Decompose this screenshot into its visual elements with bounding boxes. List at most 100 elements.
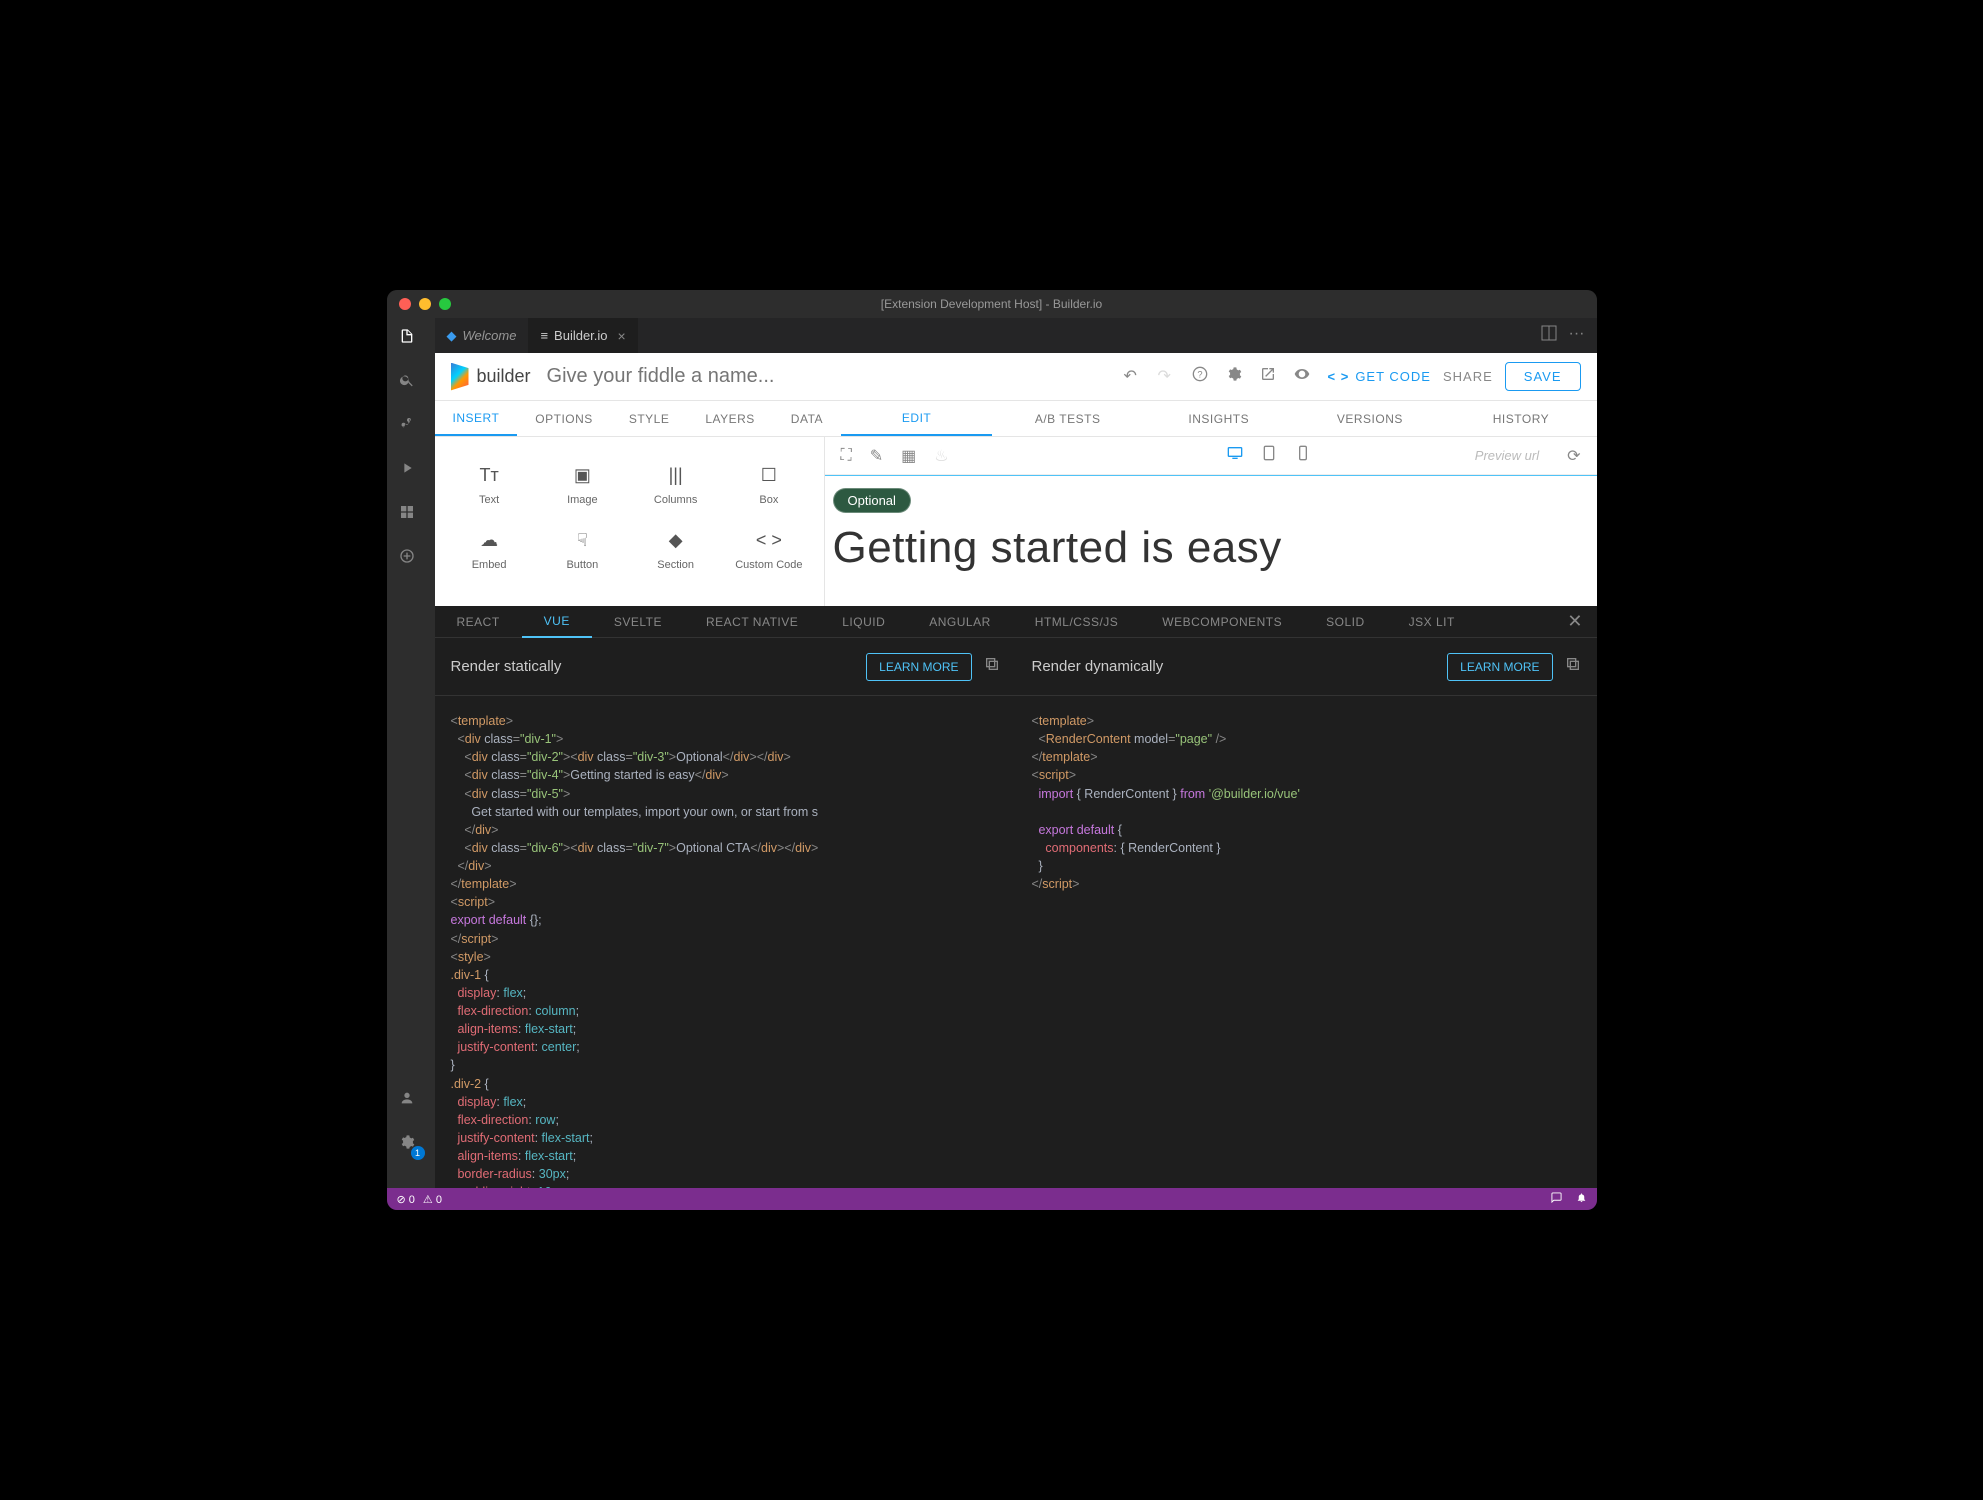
box-icon: ☐ bbox=[761, 465, 777, 486]
close-window[interactable] bbox=[399, 298, 411, 310]
svg-text:?: ? bbox=[1197, 369, 1202, 379]
canvas-area: ⛶ ✎ ▦ ♨ Preview url ⟳ bbox=[825, 437, 1597, 606]
status-bar: ⊘ 0 ⚠ 0 bbox=[387, 1188, 1597, 1210]
learn-more-dynamic-button[interactable]: LEARN MORE bbox=[1447, 653, 1552, 681]
gear-icon[interactable] bbox=[1226, 366, 1248, 388]
embed-icon: ☁ bbox=[480, 530, 498, 551]
more-actions-icon[interactable]: ··· bbox=[1569, 325, 1585, 346]
insert-image[interactable]: ▣Image bbox=[536, 453, 629, 518]
editor-tabs: ◆ Welcome ≡ Builder.io × ··· bbox=[435, 318, 1597, 353]
errors-count[interactable]: ⊘ 0 bbox=[397, 1193, 415, 1206]
fiddle-name-input[interactable] bbox=[543, 361, 1112, 392]
insert-panel: TᴛText▣Image|||Columns☐Box☁Embed☟Button◆… bbox=[435, 437, 825, 606]
builder-tab-options[interactable]: OPTIONS bbox=[517, 401, 611, 436]
fw-tab-react[interactable]: REACT bbox=[435, 606, 522, 638]
window-title: [Extension Development Host] - Builder.i… bbox=[881, 297, 1102, 311]
warnings-count[interactable]: ⚠ 0 bbox=[423, 1193, 442, 1206]
fw-tab-webcomponents[interactable]: WEBCOMPONENTS bbox=[1140, 606, 1304, 638]
builder-tab-history[interactable]: HISTORY bbox=[1445, 401, 1596, 436]
canvas-tools: ⛶ ✎ ▦ ♨ Preview url ⟳ bbox=[825, 437, 1597, 475]
flame-icon[interactable]: ♨ bbox=[934, 446, 948, 466]
builder-tab-insights[interactable]: INSIGHTS bbox=[1143, 401, 1294, 436]
code-panel: REACTVUESVELTEREACT NATIVELIQUIDANGULARH… bbox=[435, 606, 1597, 1188]
get-code-button[interactable]: < >GET CODE bbox=[1328, 369, 1431, 384]
insert-button[interactable]: ☟Button bbox=[536, 518, 629, 583]
bell-icon[interactable] bbox=[1576, 1192, 1587, 1206]
minimize-window[interactable] bbox=[419, 298, 431, 310]
columns-icon: ||| bbox=[669, 465, 683, 486]
logo-mark-icon bbox=[451, 363, 469, 391]
undo-icon[interactable]: ↶ bbox=[1124, 366, 1146, 388]
static-code-block[interactable]: <template> <div class="div-1"> <div clas… bbox=[435, 696, 1016, 1188]
share-button[interactable]: SHARE bbox=[1443, 369, 1493, 384]
builder-tab-data[interactable]: DATA bbox=[773, 401, 841, 436]
help-icon[interactable]: ? bbox=[1192, 366, 1214, 388]
refresh-icon[interactable]: ⟳ bbox=[1567, 446, 1580, 466]
search-icon[interactable] bbox=[399, 372, 423, 396]
builder-header: builder ↶ ↷ ? < >GET CODE SHARE SAVE bbox=[435, 353, 1597, 401]
close-code-panel-icon[interactable]: ✕ bbox=[1553, 611, 1596, 632]
insert-custom-code[interactable]: < >Custom Code bbox=[722, 518, 815, 583]
dynamic-code-block[interactable]: <template> <RenderContent model="page" /… bbox=[1016, 696, 1597, 1188]
settings-gear-icon[interactable]: 1 bbox=[399, 1134, 423, 1158]
activity-bar: 1 bbox=[387, 318, 435, 1188]
copy-dynamic-icon[interactable] bbox=[1565, 656, 1581, 677]
grid-icon[interactable]: ▦ bbox=[901, 446, 916, 466]
desktop-icon[interactable] bbox=[1227, 445, 1243, 466]
fw-tab-angular[interactable]: ANGULAR bbox=[907, 606, 1013, 638]
copy-static-icon[interactable] bbox=[984, 656, 1000, 677]
feedback-icon[interactable] bbox=[1551, 1192, 1562, 1206]
open-external-icon[interactable] bbox=[1260, 366, 1282, 388]
maximize-window[interactable] bbox=[439, 298, 451, 310]
insert-columns[interactable]: |||Columns bbox=[629, 453, 722, 518]
run-debug-icon[interactable] bbox=[399, 460, 423, 484]
tablet-icon[interactable] bbox=[1261, 445, 1277, 466]
image-icon: ▣ bbox=[574, 465, 591, 486]
edit-pencil-icon[interactable]: ✎ bbox=[870, 446, 883, 466]
framework-tabs: REACTVUESVELTEREACT NATIVELIQUIDANGULARH… bbox=[435, 606, 1597, 638]
vscode-icon: ◆ bbox=[447, 328, 457, 344]
insert-embed[interactable]: ☁Embed bbox=[443, 518, 536, 583]
fullscreen-icon[interactable]: ⛶ bbox=[841, 447, 852, 465]
split-editor-icon[interactable] bbox=[1541, 325, 1557, 346]
builder-tab-abtests[interactable]: A/B TESTS bbox=[992, 401, 1143, 436]
insert-text[interactable]: TᴛText bbox=[443, 453, 536, 518]
redo-icon[interactable]: ↷ bbox=[1158, 366, 1180, 388]
learn-more-static-button[interactable]: LEARN MORE bbox=[866, 653, 971, 681]
fw-tab-solid[interactable]: SOLID bbox=[1304, 606, 1387, 638]
builder-tab-edit[interactable]: EDIT bbox=[841, 401, 992, 436]
insert-box[interactable]: ☐Box bbox=[722, 453, 815, 518]
builder-tab-insert[interactable]: INSERT bbox=[435, 401, 518, 436]
tab-builder[interactable]: ≡ Builder.io × bbox=[528, 318, 637, 353]
save-button[interactable]: SAVE bbox=[1505, 362, 1581, 391]
preview-canvas[interactable]: Optional Getting started is easy bbox=[825, 475, 1597, 606]
fw-tab-jsxlit[interactable]: JSX LIT bbox=[1387, 606, 1477, 638]
fw-tab-reactnative[interactable]: REACT NATIVE bbox=[684, 606, 820, 638]
traffic-lights bbox=[387, 298, 451, 310]
fw-tab-vue[interactable]: VUE bbox=[522, 606, 592, 638]
list-icon: ≡ bbox=[540, 328, 548, 343]
static-header: Render statically LEARN MORE bbox=[435, 638, 1016, 695]
builder-tab-versions[interactable]: VERSIONS bbox=[1294, 401, 1445, 436]
builder-toolbar: INSERTOPTIONSSTYLELAYERSDATA EDITA/B TES… bbox=[435, 401, 1597, 437]
section-icon: ◆ bbox=[669, 530, 683, 551]
preview-url-input[interactable]: Preview url bbox=[1475, 448, 1539, 463]
settings-badge: 1 bbox=[411, 1146, 425, 1160]
builder-icon[interactable] bbox=[399, 548, 423, 572]
accounts-icon[interactable] bbox=[399, 1090, 423, 1114]
mobile-icon[interactable] bbox=[1295, 445, 1311, 466]
extensions-icon[interactable] bbox=[399, 504, 423, 528]
builder-tab-layers[interactable]: LAYERS bbox=[687, 401, 772, 436]
fw-tab-liquid[interactable]: LIQUID bbox=[820, 606, 907, 638]
button-icon: ☟ bbox=[577, 530, 588, 551]
builder-tab-style[interactable]: STYLE bbox=[611, 401, 688, 436]
tab-welcome[interactable]: ◆ Welcome bbox=[435, 318, 529, 353]
close-tab-icon[interactable]: × bbox=[618, 328, 626, 344]
titlebar: [Extension Development Host] - Builder.i… bbox=[387, 290, 1597, 318]
fw-tab-htmlcssjs[interactable]: HTML/CSS/JS bbox=[1013, 606, 1141, 638]
source-control-icon[interactable] bbox=[399, 416, 423, 440]
fw-tab-svelte[interactable]: SVELTE bbox=[592, 606, 684, 638]
eye-icon[interactable] bbox=[1294, 366, 1316, 388]
insert-section[interactable]: ◆Section bbox=[629, 518, 722, 583]
explorer-icon[interactable] bbox=[399, 328, 423, 352]
